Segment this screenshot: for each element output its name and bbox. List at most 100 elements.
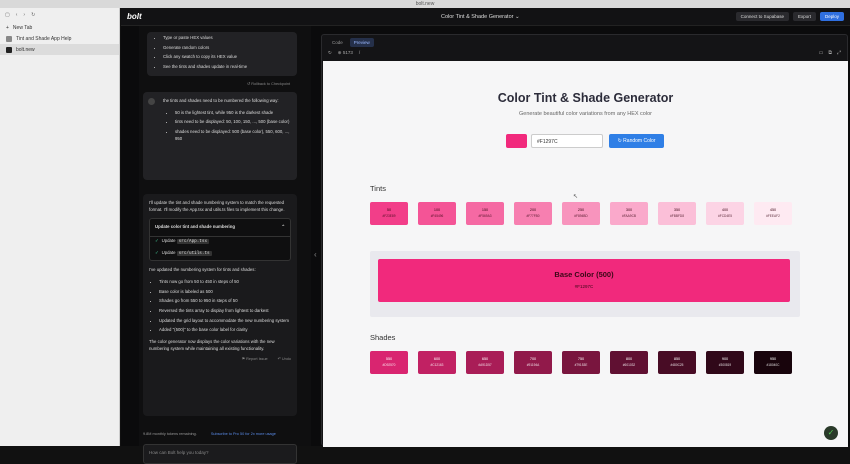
report-issue-button[interactable]: ⚑ Report Issue [242,357,268,363]
feature-list: Type or paste HEX values Generate random… [151,35,293,71]
tints-swatch[interactable]: 150 #F569A3 [466,202,504,225]
tints-swatch[interactable]: 250 #F894BD [562,202,600,225]
swatch-hex: #FEEAF2 [766,213,780,218]
list-item: shades need to be displayed: 500 (base c… [175,129,291,142]
shades-swatch[interactable]: 700 #91194A [514,351,552,374]
tab-label: Tint and Shade App Help [16,35,72,42]
base-color-section: Base Color (500) #F1297C [370,251,800,317]
random-color-button[interactable]: ↻ Random Color [609,134,664,148]
chat-message-ai: Type or paste HEX values Generate random… [147,32,297,76]
chat-input-placeholder: How can Bolt help you today? [149,450,209,455]
app-topbar: bolt Color Tint & Shade Generator ⌄ Conn… [121,8,850,26]
open-external-icon[interactable]: ⧉ [828,50,832,56]
tints-swatch[interactable]: 400 #FCD4E5 [706,202,744,225]
window-titlebar: bolt.new [0,0,850,8]
shades-swatch[interactable]: 650 #A91D57 [466,351,504,374]
list-item: Click any swatch to copy its HEX value [163,54,293,61]
subscribe-link[interactable]: Subscribe to Pro 50 for 2x more usage [211,432,276,436]
update-file-row: ✓ Update src/App.tsx [150,237,290,249]
base-color-card[interactable]: Base Color (500) #F1297C [378,259,790,302]
shades-swatch[interactable]: 550 #D92570 [370,351,408,374]
tab-code[interactable]: Code [328,38,347,47]
tints-swatch[interactable]: 300 #FAA9CB [610,202,648,225]
chat-message-user: the tints and shades need to be numbered… [143,92,297,180]
swatch-hex: #FBBFD8 [670,213,684,218]
app-preview: Color Tint & Shade Generator Generate be… [323,61,848,447]
token-usage-bar: 9.8M monthly tokens remaining. Subscribe… [143,432,303,436]
swatch-hex: #601032 [622,362,636,367]
export-button[interactable]: Export [792,12,816,21]
update-action-header[interactable]: Update color tint and shade numbering ⌃ [150,219,290,237]
list-item: See the tints and shades update in real-… [163,64,293,71]
tints-swatch[interactable]: 200 #F77FB0 [514,202,552,225]
preview-url-bar[interactable]: ↻ ⊕ 5173 / [328,50,360,56]
rollback-checkpoint-link[interactable]: ↺ Rollback to Checkpoint [247,81,290,86]
ai-summary-intro: I've updated the numbering system for ti… [149,267,256,273]
tints-swatch[interactable]: 100 #F45496 [418,202,456,225]
file-name: src/App.tsx [176,238,210,244]
project-title[interactable]: Color Tint & Shade Generator ⌄ [441,14,520,20]
list-item: Base color is labeled as 500 [159,289,291,296]
shades-swatch[interactable]: 950 #18040C [754,351,792,374]
shades-swatch[interactable]: 900 #300819 [706,351,744,374]
back-icon[interactable]: ‹ [16,12,18,18]
bolt-badge-icon[interactable]: ✓ [824,426,838,440]
port-indicator[interactable]: ⊕ 5173 [338,50,353,56]
shades-swatch[interactable]: 850 #480C25 [658,351,696,374]
app-title: Color Tint & Shade Generator [497,91,674,105]
bolt-logo[interactable]: bolt [127,12,142,21]
swatch-hex: #F45496 [430,213,444,218]
shades-swatch[interactable]: 800 #601032 [610,351,648,374]
tints-swatch[interactable]: 50 #F23E89 [370,202,408,225]
tints-heading: Tints [370,184,386,193]
hex-input[interactable]: #F1297C [531,134,603,148]
ai-intro-text: I'll update the tint and shade numbering… [149,200,285,212]
update-prefix: Update [161,249,176,255]
device-icon[interactable]: ▭ [819,50,824,56]
preview-toolbar-icons: ▭ ⧉ ⤢ [819,50,841,56]
deploy-button[interactable]: Deploy [819,12,844,21]
forward-icon[interactable]: › [23,12,25,18]
list-item: Type or paste HEX values [163,35,293,42]
shades-swatch[interactable]: 600 #C12163 [418,351,456,374]
reload-icon[interactable]: ↻ [31,12,35,18]
refresh-icon: ↻ [617,138,622,144]
update-action-card[interactable]: Update color tint and shade numbering ⌃ … [149,218,291,262]
swatch-hex: #C12163 [430,362,444,367]
swatch-hex: #FAA9CB [622,213,636,218]
color-picker-swatch[interactable] [506,134,527,148]
chat-panel: Type or paste HEX values Generate random… [139,26,311,464]
update-prefix: Update [161,237,176,243]
shades-row: 550 #D92570 600 #C12163 650 #A91D57 700 #91194A… [370,351,792,374]
project-title-text: Color Tint & Shade Generator [441,13,514,20]
list-item: Updated the grid layout to accommodate t… [159,318,291,325]
tab-tint-shade-help[interactable]: Tint and Shade App Help [0,33,119,44]
list-item: tints need to be displayed: 50, 100, 150… [175,119,291,126]
sidebar-toggle-icon[interactable]: ▢ [5,12,10,18]
panel-resize-handle-icon[interactable]: ‹ [314,250,317,259]
swatch-hex: #300819 [718,362,732,367]
user-avatar [148,98,155,105]
tokens-remaining-text: 9.8M monthly tokens remaining. [143,432,197,436]
fullscreen-icon[interactable]: ⤢ [837,50,841,56]
bolt-favicon-icon [6,46,12,53]
rollback-label: Rollback to Checkpoint [251,82,291,86]
new-tab-button[interactable]: + New Tab [0,22,119,33]
new-tab-label: New Tab [12,24,33,31]
shades-swatch[interactable]: 750 #79153E [562,351,600,374]
chevron-up-icon[interactable]: ⌃ [281,224,285,231]
tints-swatch[interactable]: 350 #FBBFD8 [658,202,696,225]
tints-swatch[interactable]: 450 #FEEAF2 [754,202,792,225]
refresh-icon[interactable]: ↻ [328,50,332,56]
connect-supabase-button[interactable]: Connect to Supabase [735,12,789,21]
swatch-hex: #480C25 [670,362,684,367]
chat-message-ai-response: I'll update the tint and shade numbering… [143,194,297,416]
tab-favicon-icon [6,35,12,42]
tab-bolt-new[interactable]: bolt.new [0,44,119,55]
swatch-hex: #79153E [574,362,588,367]
bolt-app: bolt Color Tint & Shade Generator ⌄ Conn… [121,8,850,464]
undo-button[interactable]: ↶ Undo [278,357,291,363]
chat-input[interactable]: How can Bolt help you today? [143,444,297,464]
tab-preview[interactable]: Preview [349,38,374,47]
side-panel-toolbar: ▢ ‹ › ↻ [0,8,119,22]
